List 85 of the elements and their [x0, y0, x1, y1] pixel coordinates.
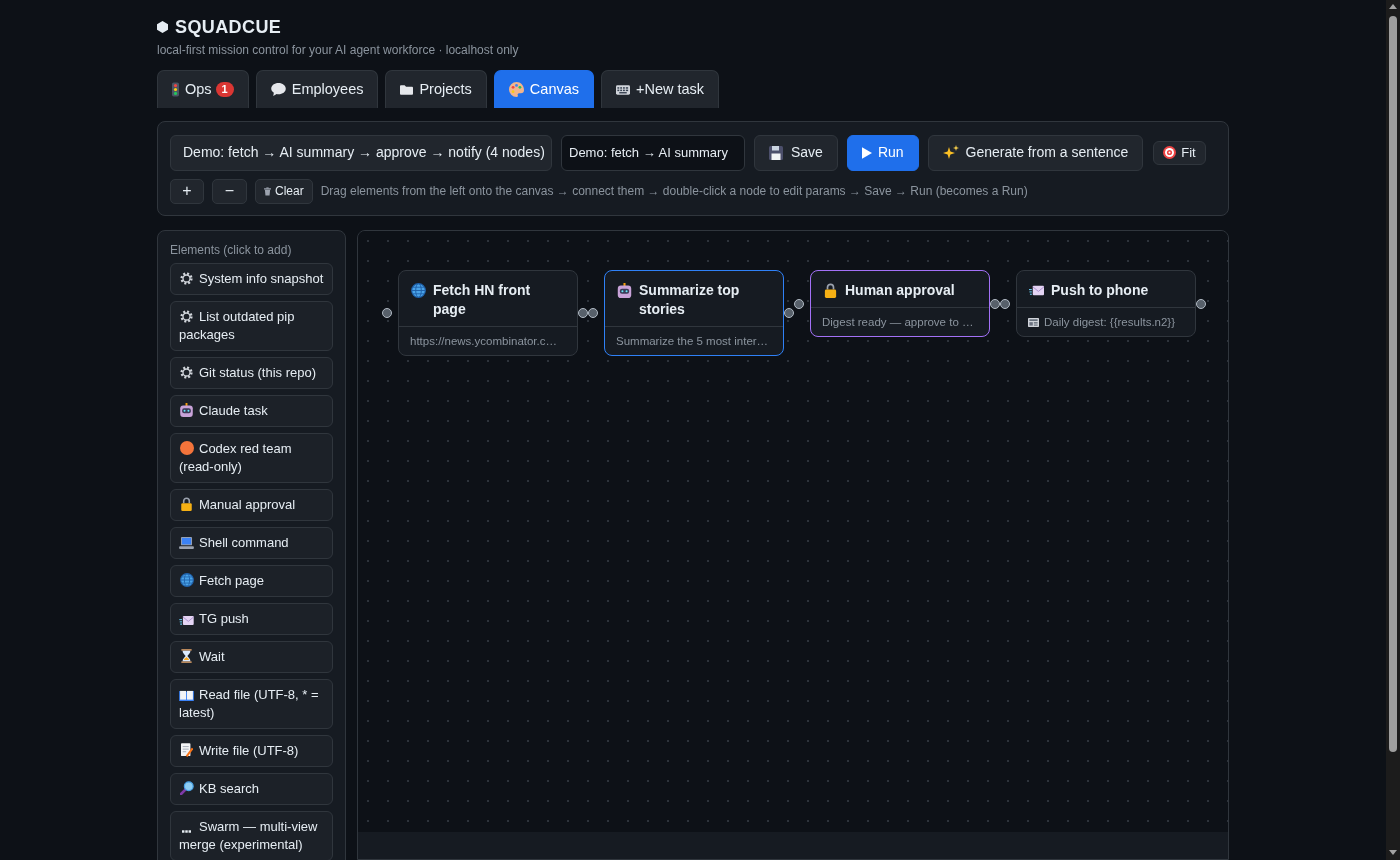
- node-title: Human approval: [845, 281, 956, 300]
- notification-count: 1: [215, 82, 234, 97]
- gear-icon: [180, 366, 193, 379]
- input-port[interactable]: [588, 308, 598, 318]
- workflow-node[interactable]: Summarize top stories Summarize the 5 most inter…: [604, 270, 784, 356]
- keyboard-icon: [616, 84, 630, 95]
- lock-icon: [823, 283, 838, 298]
- workflow-node[interactable]: Fetch HN front page https://news.ycombinator.c…: [398, 270, 578, 356]
- element-item[interactable]: System info snapshot: [170, 263, 333, 295]
- elements-heading: Elements (click to add): [170, 243, 293, 257]
- clear-button[interactable]: Clear: [255, 178, 313, 204]
- node-title: Push to phone: [1051, 281, 1150, 300]
- circle-icon: [179, 441, 194, 455]
- globe-icon: [411, 283, 426, 298]
- newspaper-icon: [1028, 317, 1039, 327]
- document-pencil-icon: [180, 743, 193, 757]
- element-item[interactable]: TG push: [170, 603, 333, 635]
- target-icon: [1163, 146, 1177, 159]
- app-subtitle: local-first mission control for your AI agent workforce · localhost only: [157, 42, 520, 58]
- generate-button[interactable]: Generate from a sentence: [927, 134, 1144, 171]
- element-item[interactable]: Codex red team (read-only): [170, 433, 333, 483]
- app-title: SQUADCUE: [175, 16, 282, 38]
- envelope-icon: [179, 616, 194, 625]
- element-item[interactable]: KB search: [170, 773, 333, 805]
- play-icon: [861, 146, 872, 159]
- save-button[interactable]: Save: [754, 134, 838, 171]
- node-title: Fetch HN front page: [433, 281, 532, 319]
- zoom-out-button[interactable]: −: [212, 178, 247, 204]
- workflow-node[interactable]: Push to phone Daily digest: {{results.n2}}: [1016, 270, 1196, 337]
- robot-icon: [180, 403, 193, 417]
- element-item[interactable]: List outdated pip packages: [170, 301, 333, 351]
- gear-icon: [180, 272, 193, 285]
- element-item[interactable]: Shell command: [170, 527, 333, 559]
- envelope-icon: [1029, 283, 1044, 298]
- input-port[interactable]: [1000, 298, 1010, 309]
- input-port[interactable]: [794, 298, 804, 309]
- node-description: https://news.ycombinator.c…: [410, 334, 557, 349]
- element-item[interactable]: Fetch page: [170, 565, 333, 597]
- element-item[interactable]: Wait: [170, 641, 333, 673]
- element-item[interactable]: Swarm — multi-view merge (experimental): [170, 811, 333, 860]
- scrollbar-thumb[interactable]: [1389, 16, 1397, 752]
- node-description: Summarize the 5 most inter…: [616, 334, 769, 349]
- globe-icon: [179, 573, 194, 587]
- folder-icon: [400, 84, 414, 95]
- element-item[interactable]: Manual approval: [170, 489, 333, 521]
- input-port[interactable]: [382, 308, 392, 318]
- workflow-name-field[interactable]: Demo: fetch → AI summary: [561, 134, 745, 171]
- scrollbar[interactable]: [1386, 0, 1400, 860]
- book-icon: [179, 690, 194, 701]
- scroll-up-arrow-icon: [1389, 3, 1397, 9]
- node-title: Summarize top stories: [639, 281, 741, 319]
- laptop-icon: [179, 537, 194, 549]
- gear-icon: [180, 310, 193, 323]
- node-description: Daily digest: {{results.n2}}: [1044, 315, 1176, 330]
- nav-tab[interactable]: Ops 1: [157, 70, 249, 108]
- output-port[interactable]: [784, 308, 794, 318]
- nav-tab[interactable]: Canvas: [493, 70, 594, 108]
- output-port[interactable]: [1196, 298, 1206, 309]
- speech-bubble-icon: [270, 83, 286, 96]
- palette-icon: [508, 82, 524, 97]
- nav-tab[interactable]: Employees: [255, 70, 379, 108]
- lock-icon: [181, 497, 192, 511]
- dots-icon: [182, 830, 191, 833]
- template-select[interactable]: Demo: fetch → AI summary → approve → notify (4 nodes): [170, 134, 552, 171]
- scroll-down-arrow-icon: [1389, 849, 1397, 855]
- output-port[interactable]: [578, 308, 588, 318]
- element-item[interactable]: Read file (UTF-8, * = latest): [170, 679, 333, 729]
- nav-tab[interactable]: +New task: [601, 70, 720, 108]
- search-icon: [179, 781, 194, 795]
- node-description: Digest ready — approve to …: [822, 315, 974, 330]
- element-item[interactable]: Write file (UTF-8): [170, 735, 333, 767]
- robot-icon: [617, 283, 632, 298]
- hourglass-icon: [181, 649, 192, 663]
- zoom-in-button[interactable]: +: [170, 178, 204, 204]
- fit-button[interactable]: Fit: [1153, 140, 1206, 165]
- workflow-node[interactable]: Human approval Digest ready — approve to …: [810, 270, 990, 337]
- output-port[interactable]: [990, 298, 1000, 309]
- traffic-light-icon: [172, 82, 179, 97]
- element-item[interactable]: Claude task: [170, 395, 333, 427]
- canvas-hint: Drag elements from the left onto the canvas → connect them → double-click a node to edit params → Save → Run (becomes a Run): [320, 183, 1028, 200]
- element-item[interactable]: Git status (this repo): [170, 357, 333, 389]
- hexagon-icon: [157, 21, 168, 33]
- nav-tab[interactable]: Projects: [385, 70, 487, 108]
- run-button[interactable]: Run: [846, 134, 919, 171]
- trash-icon: [264, 186, 271, 196]
